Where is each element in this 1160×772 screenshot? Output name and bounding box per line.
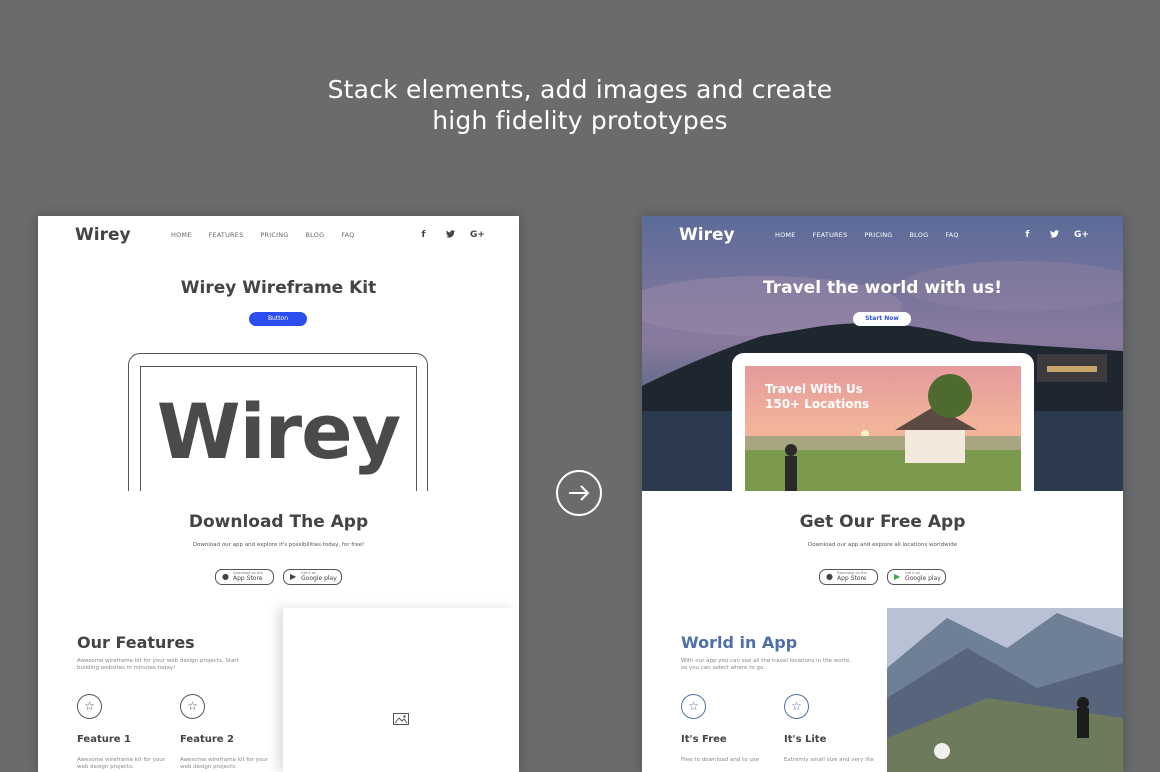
image-placeholder-icon xyxy=(393,713,409,725)
star-icon: ☆ xyxy=(784,694,809,719)
navbar: Wirey HOME FEATURES PRICING BLOG FAQ f G… xyxy=(642,216,1123,256)
star-icon: ☆ xyxy=(77,694,102,719)
device-word: Wirey xyxy=(156,387,401,476)
nav-pricing[interactable]: PRICING xyxy=(864,231,892,239)
logo[interactable]: Wirey xyxy=(679,225,735,245)
mountain-image xyxy=(887,608,1123,772)
feature-2-name: It's Lite xyxy=(784,734,827,745)
download-title: Download The App xyxy=(188,512,369,532)
download-subtitle: Download our app and explore all locatio… xyxy=(808,542,957,548)
hero-title: Travel the world with us! xyxy=(763,278,1002,298)
google-play-button[interactable]: ▶ Get it on Google play xyxy=(283,569,342,585)
app-store-button[interactable]: ● Download on the App Store xyxy=(819,569,878,585)
headline: Stack elements, add images and create hi… xyxy=(0,74,1160,136)
device-frame: Wirey xyxy=(128,353,428,507)
feature-1-name: It's Free xyxy=(681,734,727,745)
feature-2-name: Feature 2 xyxy=(180,734,235,745)
nav-links: HOME FEATURES PRICING BLOG FAQ xyxy=(171,231,372,239)
image-placeholder-panel xyxy=(283,608,519,772)
nav-blog[interactable]: BLOG xyxy=(306,231,325,239)
google-plus-icon[interactable]: G+ xyxy=(1068,230,1095,241)
nav-home[interactable]: HOME xyxy=(171,231,192,239)
feature-1-text: Free to download and to use xyxy=(681,757,760,763)
device-frame: Travel With Us 150+ Locations xyxy=(732,353,1034,496)
social-links: f G+ xyxy=(410,230,491,241)
features-title: Our Features xyxy=(77,633,195,652)
mountain-image-panel xyxy=(887,608,1123,772)
google-play-icon: ▶ xyxy=(894,572,901,581)
download-subtitle: Download our app and explore it's possib… xyxy=(192,542,365,548)
twitter-icon[interactable] xyxy=(1041,230,1068,241)
start-now-button[interactable]: Start Now xyxy=(853,312,911,326)
headline-line-2: high fidelity prototypes xyxy=(432,106,728,135)
feature-2-text: Extremly small size and very lite xyxy=(784,757,874,763)
features-description: With our app you can see all the travel … xyxy=(681,658,851,671)
download-title: Get Our Free App xyxy=(799,512,966,532)
apple-icon: ● xyxy=(826,572,833,581)
features-title: World in App xyxy=(681,633,798,652)
nav-blog[interactable]: BLOG xyxy=(910,231,929,239)
wireframe-mockup: Wirey HOME FEATURES PRICING BLOG FAQ f G… xyxy=(38,216,519,772)
apple-icon: ● xyxy=(222,572,229,581)
screen-text: Travel With Us 150+ Locations xyxy=(765,382,869,412)
features-description: Awesome wireframe kit for your web desig… xyxy=(77,658,239,671)
nav-features[interactable]: FEATURES xyxy=(813,231,848,239)
navbar: Wirey HOME FEATURES PRICING BLOG FAQ f G… xyxy=(38,216,519,256)
app-store-button[interactable]: ● Download on the App Store xyxy=(215,569,274,585)
star-icon: ☆ xyxy=(180,694,205,719)
hero-title: Wirey Wireframe Kit xyxy=(180,278,377,298)
facebook-icon[interactable]: f xyxy=(1014,230,1041,241)
social-links: f G+ xyxy=(1014,230,1095,241)
logo[interactable]: Wirey xyxy=(75,225,131,245)
feature-2-text: Awesome wireframe kit for your web desig… xyxy=(180,757,269,770)
screen-text-line-1: Travel With Us xyxy=(765,382,863,396)
google-plus-icon[interactable]: G+ xyxy=(464,230,491,241)
nav-faq[interactable]: FAQ xyxy=(341,231,354,239)
nav-pricing[interactable]: PRICING xyxy=(260,231,288,239)
star-icon: ☆ xyxy=(681,694,706,719)
facebook-icon[interactable]: f xyxy=(410,230,437,241)
nav-faq[interactable]: FAQ xyxy=(945,231,958,239)
nav-links: HOME FEATURES PRICING BLOG FAQ xyxy=(775,231,976,239)
google-play-button[interactable]: ▶ Get it on Google play xyxy=(887,569,946,585)
google-play-icon: ▶ xyxy=(290,572,297,581)
app-store-label: App Store xyxy=(837,575,867,582)
nav-home[interactable]: HOME xyxy=(775,231,796,239)
headline-line-1: Stack elements, add images and create xyxy=(327,75,833,104)
feature-1-text: Awesome wireframe kit for your web desig… xyxy=(77,757,166,770)
device-screen: Travel With Us 150+ Locations xyxy=(745,366,1021,496)
final-design-mockup: Wirey HOME FEATURES PRICING BLOG FAQ f G… xyxy=(642,216,1123,772)
google-play-label: Google play xyxy=(905,575,941,582)
app-store-label: App Store xyxy=(233,575,263,582)
primary-button[interactable]: Button xyxy=(249,312,307,326)
device-screen: Wirey xyxy=(140,366,417,507)
google-play-label: Google play xyxy=(301,575,337,582)
nav-features[interactable]: FEATURES xyxy=(209,231,244,239)
screen-text-line-2: 150+ Locations xyxy=(765,397,870,411)
arrow-right-icon[interactable] xyxy=(556,470,602,516)
feature-1-name: Feature 1 xyxy=(77,734,132,745)
twitter-icon[interactable] xyxy=(437,230,464,241)
